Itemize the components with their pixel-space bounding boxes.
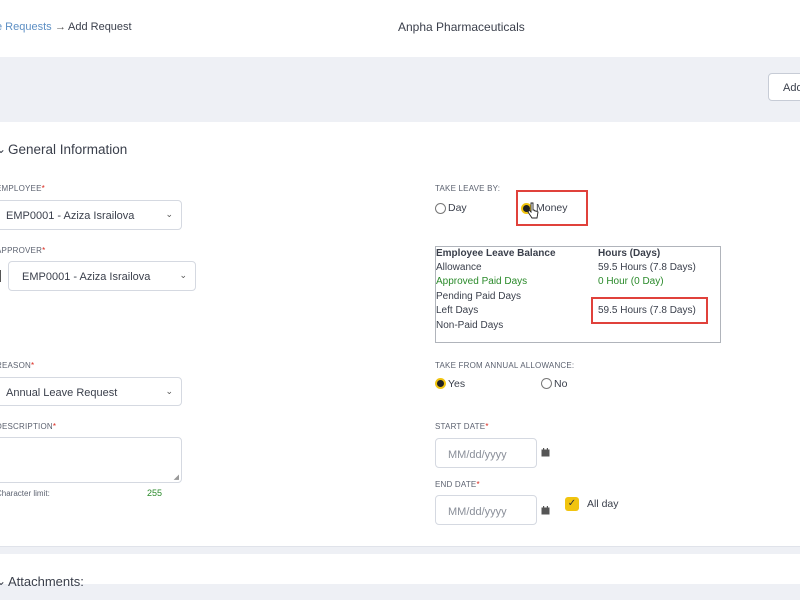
calendar-icon[interactable] bbox=[541, 506, 550, 515]
add-button-label: Add bbox=[783, 82, 800, 94]
balance-row-label: Pending Paid Days bbox=[436, 291, 522, 302]
employee-label: EMPLOYEE* bbox=[0, 184, 45, 193]
employee-select[interactable]: EMP0001 - Aziza Israilova ⌄ bbox=[0, 200, 182, 230]
section-title: General Information bbox=[8, 142, 128, 157]
balance-row-value: 59.5 Hours (7.8 Days) bbox=[598, 262, 696, 273]
attachments-collapse-icon[interactable]: ⌄ bbox=[0, 574, 6, 588]
radio-day[interactable] bbox=[435, 203, 446, 214]
start-date-label: START DATE* bbox=[435, 422, 489, 431]
balance-row-label: Non-Paid Days bbox=[436, 320, 504, 331]
balance-header-hours: Hours (Days) bbox=[598, 248, 661, 259]
highlight-box-left-days bbox=[591, 297, 708, 324]
required-marker: * bbox=[485, 422, 489, 431]
description-label: DESCRIPTION* bbox=[0, 422, 56, 431]
radio-yes-label[interactable]: Yes bbox=[448, 378, 465, 390]
hand-cursor-icon bbox=[527, 202, 539, 219]
radio-yes[interactable] bbox=[435, 378, 446, 389]
all-day-checkbox[interactable]: ✓ bbox=[565, 497, 579, 511]
radio-no[interactable] bbox=[541, 378, 552, 389]
reason-select-value: Annual Leave Request bbox=[6, 387, 118, 399]
balance-row-label: Allowance bbox=[436, 262, 482, 273]
balance-row-value: 0 Hour (0 Day) bbox=[598, 276, 664, 287]
required-marker: * bbox=[41, 184, 45, 193]
take-leave-by-label: TAKE LEAVE BY: bbox=[435, 184, 501, 193]
employee-label-text: EMPLOYEE bbox=[0, 184, 42, 193]
start-date-input[interactable]: MM/dd/yyyy bbox=[435, 438, 537, 468]
calendar-icon[interactable] bbox=[541, 448, 550, 457]
description-textarea[interactable]: ◢ bbox=[0, 437, 182, 483]
start-date-label-text: START DATE bbox=[435, 422, 486, 431]
employee-select-value: EMP0001 - Aziza Israilova bbox=[6, 210, 135, 222]
attachments-card bbox=[0, 554, 800, 584]
reason-select[interactable]: Annual Leave Request ⌄ bbox=[0, 377, 182, 406]
character-limit-count: 255 bbox=[147, 488, 163, 498]
breadcrumb-current: Add Request bbox=[68, 21, 132, 33]
reason-label: REASON* bbox=[0, 361, 34, 370]
required-marker: * bbox=[42, 246, 46, 255]
required-marker: * bbox=[52, 422, 57, 431]
take-from-annual-label: TAKE FROM ANNUAL ALLOWANCE: bbox=[435, 361, 575, 370]
character-limit-label: Character limit: bbox=[0, 489, 50, 498]
approver-select-value: EMP0001 - Aziza Israilova bbox=[22, 271, 151, 283]
section-collapse-icon[interactable]: ⌄ bbox=[0, 142, 6, 156]
end-date-label: END DATE* bbox=[435, 480, 480, 489]
resize-handle-icon[interactable]: ◢ bbox=[174, 473, 179, 481]
end-date-input[interactable]: MM/dd/yyyy bbox=[435, 495, 537, 525]
add-button[interactable]: Add bbox=[768, 73, 800, 101]
all-day-label[interactable]: All day bbox=[587, 498, 619, 510]
attachments-title: Attachments: bbox=[8, 574, 84, 589]
end-date-label-text: END DATE bbox=[435, 480, 477, 489]
approver-label: APPROVER* bbox=[0, 246, 45, 255]
approver-avatar-edge bbox=[0, 270, 1, 282]
chevron-down-icon: ⌄ bbox=[165, 209, 173, 219]
approver-select[interactable]: EMP0001 - Aziza Israilova ⌄ bbox=[8, 261, 196, 291]
start-date-placeholder: MM/dd/yyyy bbox=[448, 449, 507, 461]
description-label-text: DESCRIPTION bbox=[0, 422, 53, 431]
required-marker: * bbox=[31, 361, 35, 370]
radio-day-label[interactable]: Day bbox=[448, 202, 467, 214]
balance-header-label: Employee Leave Balance bbox=[436, 248, 556, 259]
end-date-placeholder: MM/dd/yyyy bbox=[448, 506, 507, 518]
chevron-down-icon: ⌄ bbox=[165, 386, 173, 396]
balance-row-label: Left Days bbox=[436, 305, 479, 316]
company-name: Anpha Pharmaceuticals bbox=[398, 20, 525, 34]
balance-row-label: Approved Paid Days bbox=[436, 276, 528, 287]
check-icon: ✓ bbox=[567, 498, 577, 509]
chevron-down-icon: ⌄ bbox=[179, 270, 187, 280]
toolbar bbox=[0, 57, 800, 121]
required-marker: * bbox=[476, 480, 480, 489]
breadcrumb-parent-link[interactable]: e Requests bbox=[0, 21, 52, 33]
radio-no-label[interactable]: No bbox=[554, 378, 567, 390]
reason-label-text: REASON bbox=[0, 361, 31, 370]
approver-label-text: APPROVER bbox=[0, 246, 43, 255]
breadcrumb-separator: → bbox=[55, 21, 66, 33]
